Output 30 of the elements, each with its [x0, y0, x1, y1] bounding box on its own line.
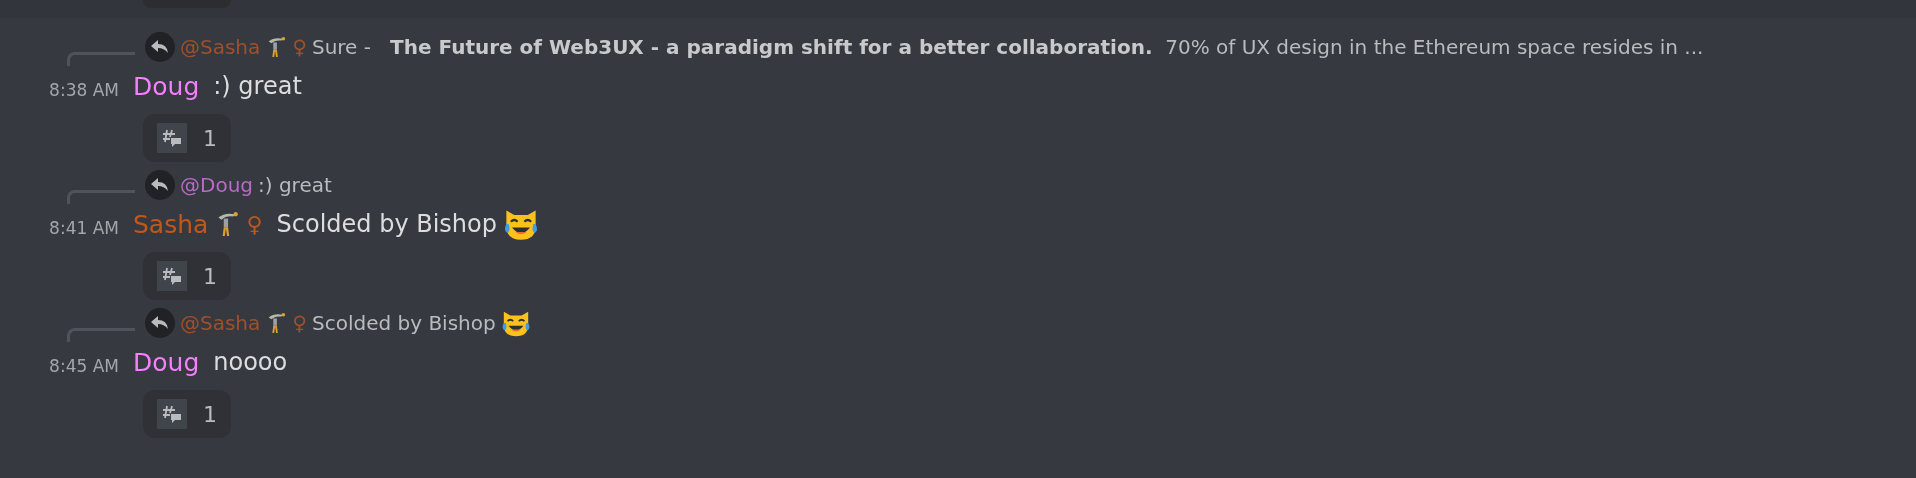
- thread-pill[interactable]: 1: [143, 114, 231, 162]
- thread-pill[interactable]: 1: [143, 252, 231, 300]
- reply-connector: [67, 190, 135, 204]
- reply-preview[interactable]: :) great: [258, 173, 332, 197]
- thread-count: 1: [203, 401, 217, 427]
- message-text: :) great: [213, 72, 302, 100]
- reply-icon: [145, 308, 175, 338]
- gender-sign: ♀: [292, 311, 307, 335]
- message-text: noooo: [213, 348, 288, 376]
- thread-icon: [157, 399, 187, 429]
- timestamp: 8:38 AM: [48, 80, 120, 100]
- thread-count: 1: [203, 263, 217, 289]
- message-text: Scolded by Bishop: [276, 210, 497, 238]
- gender-sign: ♀: [246, 211, 263, 237]
- gender-sign: ♀: [292, 35, 307, 59]
- reply-connector: [67, 328, 135, 342]
- reply-preview[interactable]: Scolded by Bishop: [311, 311, 496, 335]
- author-name[interactable]: Doug: [133, 71, 200, 101]
- reply-icon: [145, 32, 175, 62]
- timestamp: 8:41 AM: [48, 218, 120, 238]
- author-name[interactable]: Doug: [133, 347, 200, 377]
- thread-count: 1: [203, 125, 217, 151]
- timestamp: 8:45 AM: [48, 356, 120, 376]
- reply-preview[interactable]: Sure - The Future of Web3UX - a paradigm shift for a better collaboration. 70% of UX design in the Ethereum space resides in ...: [311, 35, 1704, 59]
- thread-pill[interactable]: 1: [143, 390, 231, 438]
- reply-connector: [67, 52, 135, 66]
- thread-icon: [157, 123, 187, 153]
- reply-mention[interactable]: @Doug: [180, 173, 253, 197]
- thread-icon: [157, 261, 187, 291]
- reply-icon: [145, 170, 175, 200]
